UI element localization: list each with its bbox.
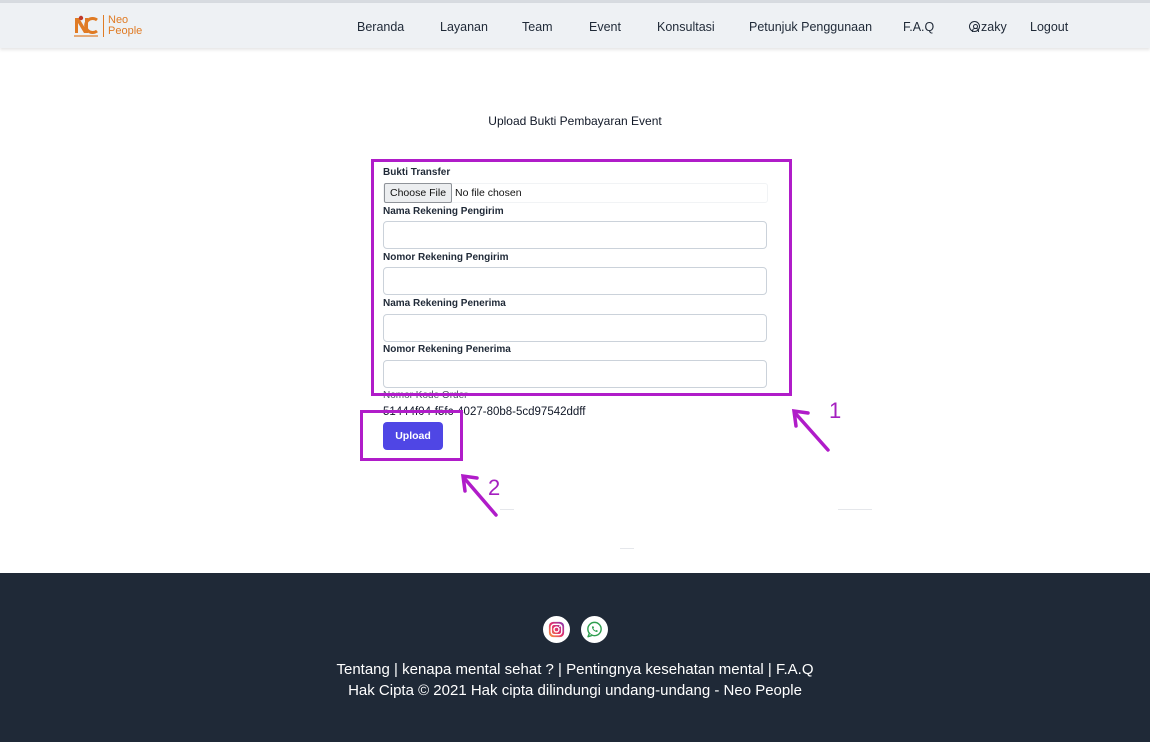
annotation-arrow-1 <box>794 412 830 452</box>
footer-separator: | <box>763 661 776 678</box>
footer-link-tentang[interactable]: Tentang <box>336 661 389 678</box>
annotation-number-2: 2 <box>488 475 501 500</box>
annotation-number-1: 1 <box>829 398 842 423</box>
divider-faint <box>500 509 514 510</box>
footer-link-pentingnya-kesehatan-mental[interactable]: Pentingnya kesehatan mental <box>566 661 764 678</box>
divider-faint <box>620 548 634 549</box>
footer-link-kenapa-mental-sehat[interactable]: kenapa mental sehat ? <box>402 661 554 678</box>
footer-link-faq[interactable]: F.A.Q <box>776 661 814 678</box>
footer-separator: | <box>389 661 403 678</box>
footer-links: Tentang | kenapa mental sehat ? | Pentin… <box>0 661 1150 678</box>
divider-faint <box>838 509 872 510</box>
whatsapp-icon <box>587 621 602 638</box>
footer-separator: | <box>553 661 567 678</box>
instagram-icon <box>548 621 565 638</box>
instagram-link[interactable] <box>543 616 570 643</box>
footer-copyright: Hak Cipta © 2021 Hak cipta dilindungi un… <box>348 682 802 699</box>
whatsapp-link[interactable] <box>581 616 608 643</box>
footer: Tentang | kenapa mental sehat ? | Pentin… <box>0 573 1150 742</box>
